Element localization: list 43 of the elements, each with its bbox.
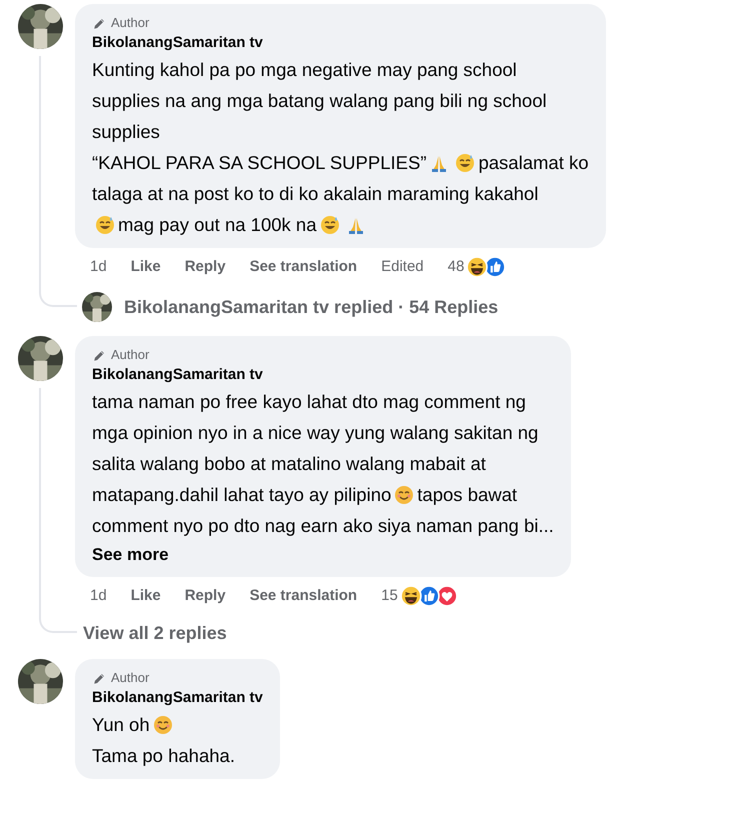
comment-text: supplies <box>92 120 160 144</box>
action-link[interactable]: Like <box>130 584 161 608</box>
comment-text: supplies na ang mga batang walang pang bili ng school <box>92 89 547 113</box>
replies-link[interactable]: BikolanangSamaritan tv replied · 54 Replies <box>124 294 498 320</box>
action-link[interactable]: See translation <box>250 584 358 608</box>
see-more-link[interactable]: See more <box>92 541 554 569</box>
comment-text: talaga at na post ko to di ko akalain maraming kakahol <box>92 182 538 206</box>
smiling-face-icon <box>152 714 173 734</box>
thumbs-up-icon <box>484 256 506 278</box>
comment-text: Yun oh <box>92 713 150 737</box>
comment-text: “KAHOL PARA SA SCHOOL SUPPLIES” <box>92 151 426 175</box>
commenter-name[interactable]: BikolanangSamaritan tv <box>92 687 263 709</box>
action-link[interactable]: See translation <box>250 256 358 278</box>
reaction-count: 15 <box>381 586 398 606</box>
comment-text: Kunting kahol pa po mga negative may pang school <box>92 58 517 82</box>
author-label: Author <box>111 14 150 32</box>
laughing-face-icon <box>400 585 422 607</box>
comment-text: comment nyo po dto nag earn ako siya naman pang bi... <box>92 514 554 538</box>
view-replies-link[interactable]: View all 2 replies <box>83 613 227 653</box>
comment-text: tama naman po free kayo lahat dto mag comment ng <box>92 390 526 414</box>
timestamp: 1d <box>90 586 107 606</box>
comment-text: mag pay out na 100k na <box>118 213 317 237</box>
comment-text: matapang.dahil lahat tayo ay pilipino <box>92 483 392 507</box>
comment-text: mga opinion nyo in a nice way yung walang sakitan ng <box>92 421 538 445</box>
comment-text: pasalamat ko <box>478 151 589 175</box>
laughing-face-icon <box>466 256 488 278</box>
reaction-count: 48 <box>448 256 464 277</box>
author-label: Author <box>111 346 150 364</box>
commenter-name[interactable]: BikolanangSamaritan tv <box>92 32 589 54</box>
grinning-sweat-icon <box>320 214 340 234</box>
grinning-sweat-icon <box>95 214 115 234</box>
edited-label: Edited <box>381 256 424 277</box>
comment-text: Tama po hahaha. <box>92 744 235 768</box>
comment-text: salita walang bobo at matalino walang mabait at <box>92 452 486 476</box>
comment-text: tapos bawat <box>417 483 518 507</box>
action-link[interactable]: Reply <box>184 256 226 278</box>
commenter-name[interactable]: BikolanangSamaritan tv <box>92 364 554 386</box>
action-link[interactable]: Reply <box>184 584 226 608</box>
timestamp: 1d <box>90 256 107 277</box>
author-label: Author <box>111 669 150 688</box>
action-link[interactable]: Like <box>130 256 161 278</box>
grinning-sweat-icon <box>455 152 476 172</box>
smiling-face-icon <box>394 484 414 504</box>
